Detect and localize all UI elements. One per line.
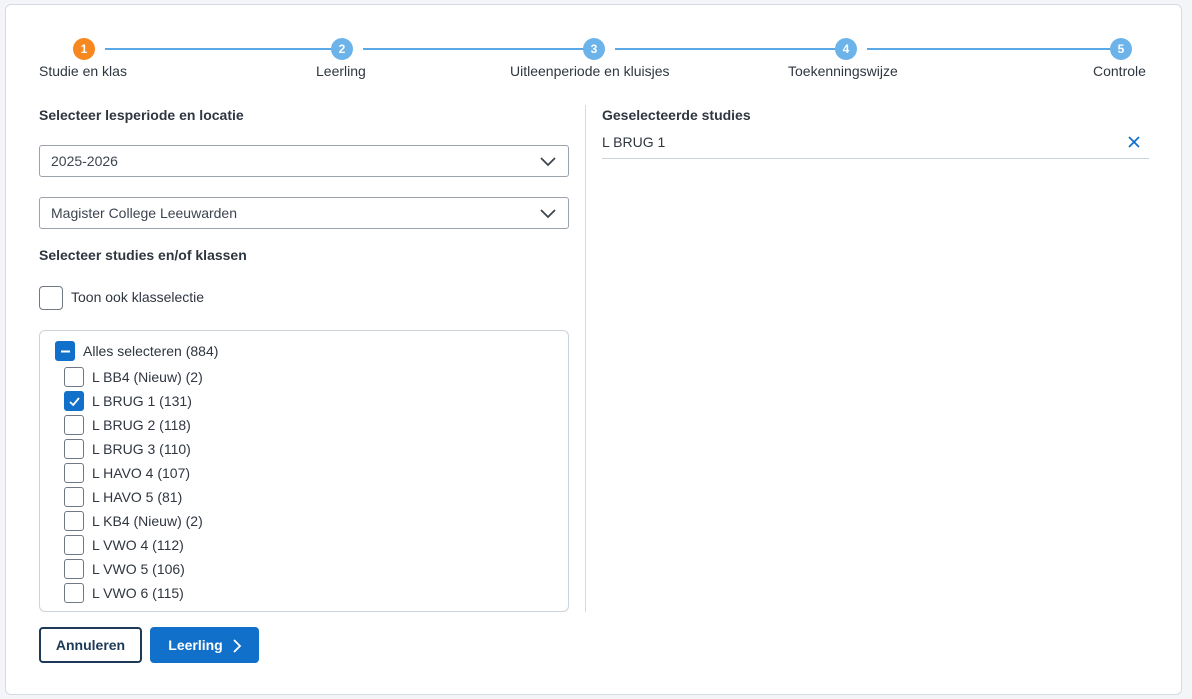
step-2-indicator: 2 — [331, 38, 353, 60]
study-checkbox[interactable] — [64, 583, 84, 603]
step-3-label: Uitleenperiode en kluisjes — [510, 63, 670, 79]
step-connector — [867, 48, 1110, 50]
step-3-indicator: 3 — [583, 38, 605, 60]
study-checkbox[interactable] — [64, 367, 84, 387]
study-checkbox[interactable] — [64, 439, 84, 459]
selected-studies-title: Geselecteerde studies — [602, 107, 751, 123]
wizard-card: 1 2 3 4 5 Studie en klas Leerling Uitlee… — [5, 4, 1182, 695]
step-2-label: Leerling — [316, 63, 366, 79]
step-4-indicator: 4 — [835, 38, 857, 60]
study-checkbox[interactable] — [64, 487, 84, 507]
selected-study-item: L BRUG 1 — [602, 133, 1149, 159]
study-label: L BRUG 1 (131) — [92, 393, 192, 409]
step-5-indicator: 5 — [1110, 38, 1132, 60]
study-checkbox[interactable] — [64, 535, 84, 555]
column-divider — [585, 105, 586, 612]
select-all-checkbox[interactable] — [55, 341, 75, 361]
studies-section-title: Selecteer studies en/of klassen — [39, 247, 247, 263]
chevron-right-icon — [233, 639, 242, 653]
step-connector — [615, 48, 836, 50]
location-select[interactable]: Magister College Leeuwarden — [39, 197, 569, 229]
study-checkbox[interactable] — [64, 559, 84, 579]
show-class-selection-checkbox[interactable] — [39, 286, 63, 310]
check-icon — [69, 397, 80, 407]
location-value: Magister College Leeuwarden — [51, 205, 237, 221]
study-label: L VWO 6 (115) — [92, 585, 184, 601]
study-label: L KB4 (Nieuw) (2) — [92, 513, 203, 529]
chevron-down-icon — [540, 209, 556, 219]
study-label: L BRUG 2 (118) — [92, 417, 191, 433]
wizard-stepper: 1 2 3 4 5 Studie en klas Leerling Uitlee… — [6, 5, 1183, 95]
study-label: L BRUG 3 (110) — [92, 441, 191, 457]
step-5-label: Controle — [1093, 63, 1146, 79]
study-label: L HAVO 4 (107) — [92, 465, 191, 481]
study-label: L VWO 5 (106) — [92, 561, 185, 577]
period-section-title: Selecteer lesperiode en locatie — [39, 107, 244, 123]
study-checkbox[interactable] — [64, 463, 84, 483]
study-label: L BB4 (Nieuw) (2) — [92, 369, 203, 385]
step-1-label: Studie en klas — [39, 63, 127, 79]
step-1-indicator: 1 — [73, 38, 95, 60]
study-label: L HAVO 5 (81) — [92, 489, 183, 505]
school-year-select[interactable]: 2025-2026 — [39, 145, 569, 177]
step-4-label: Toekenningswijze — [788, 63, 898, 79]
selected-study-label: L BRUG 1 — [602, 134, 666, 150]
step-connector — [363, 48, 584, 50]
next-step-label: Leerling — [168, 637, 223, 653]
show-class-selection-label: Toon ook klasselectie — [71, 289, 205, 305]
studies-list: Alles selecteren (884) L BB4 (Nieuw) (2)… — [39, 330, 569, 612]
minus-icon — [61, 350, 70, 353]
close-icon[interactable] — [1127, 135, 1141, 149]
study-checkbox[interactable] — [64, 391, 84, 411]
chevron-down-icon — [540, 157, 556, 167]
study-label: L VWO 4 (112) — [92, 537, 184, 553]
cancel-button[interactable]: Annuleren — [39, 627, 142, 663]
school-year-value: 2025-2026 — [51, 153, 118, 169]
study-checkbox[interactable] — [64, 511, 84, 531]
step-connector — [105, 48, 332, 50]
select-all-label: Alles selecteren (884) — [83, 343, 219, 359]
next-step-button[interactable]: Leerling — [150, 627, 259, 663]
study-checkbox[interactable] — [64, 415, 84, 435]
